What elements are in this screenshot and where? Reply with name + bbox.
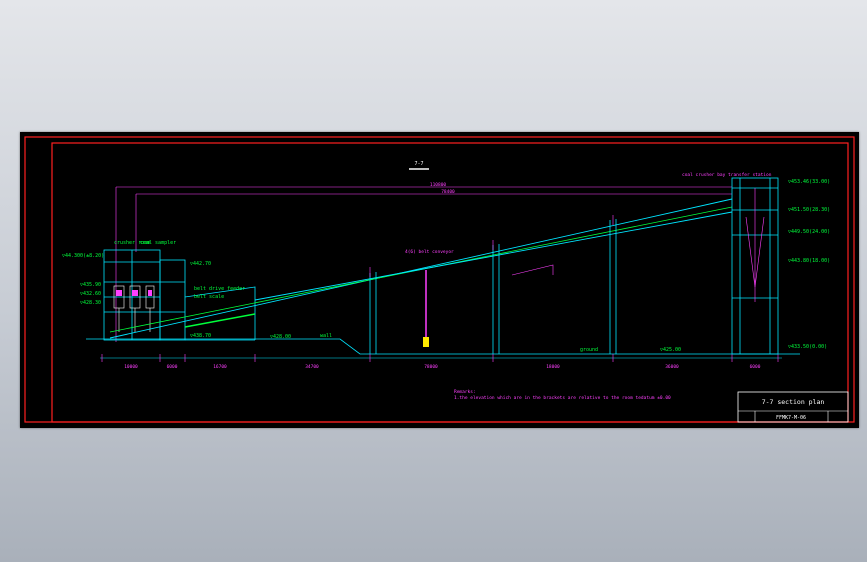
title-block-title: 7-7 section plan (762, 398, 825, 406)
cad-drawing-viewport[interactable]: 7-7 110800 78400 10000 6000 16700 34700 … (20, 132, 859, 428)
dim-bottom-7: 36000 (665, 364, 679, 370)
dim-bottom-6: 18000 (546, 364, 560, 370)
remarks-heading: Remarks: (454, 389, 476, 395)
elev-right-4: ▽443.80(18.00) (788, 258, 830, 264)
ground-line (86, 338, 800, 355)
elev-right-5: ▽433.50(0.00) (788, 344, 827, 350)
elev-mid-3: ▽428.00 (270, 334, 291, 340)
elev-right-3: ▽449.50(24.00) (788, 229, 830, 235)
tower-chute (745, 188, 765, 302)
take-up-device (423, 270, 429, 347)
dim-top-2: 78400 (441, 189, 455, 195)
label-ground: ground (580, 347, 598, 353)
label-coal-sampler: coal sampler (140, 240, 176, 246)
inner-frame (51, 142, 849, 423)
label-feeder: belt drive feeder (194, 286, 245, 292)
dim-bottom-3: 16700 (213, 364, 227, 370)
outer-frame (24, 136, 855, 423)
label-wall: wall (320, 333, 332, 339)
dim-bottom-2: 6000 (167, 364, 178, 370)
slope-arrow (511, 264, 554, 276)
remarks-line: 1.the elevation which are in the bracket… (454, 395, 671, 401)
title-block: 7-7 section plan FFMK7-M-06 (737, 391, 849, 423)
elev-right-1: ▽453.46(33.00) (788, 179, 830, 185)
crusher-markers (116, 290, 152, 296)
dim-bottom-5: 78000 (424, 364, 438, 370)
dim-bottom-4: 34700 (305, 364, 319, 370)
support-trestles (369, 219, 617, 354)
elev-left-3: ▽432.60 (80, 291, 101, 297)
elev-left-2: ▽435.90 (80, 282, 101, 288)
bottom-dimensions: 10000 6000 16700 34700 78000 18000 36000… (124, 364, 760, 370)
section-tag: 7-7 (409, 161, 429, 170)
label-belt-scale: belt scale (194, 294, 224, 300)
elev-right-2: ▽451.50(28.30) (788, 207, 830, 213)
elev-left-4: ▽428.30 (80, 300, 101, 306)
section-tag-text: 7-7 (414, 161, 423, 167)
elev-mid-4: ▽425.00 (660, 347, 681, 353)
trestle-markers (369, 215, 614, 277)
drawing-canvas: 7-7 110800 78400 10000 6000 16700 34700 … (24, 136, 855, 423)
dim-bottom-8: 6000 (750, 364, 761, 370)
elev-mid-1: ▽442.70 (190, 261, 211, 267)
label-transfer-station: coal crusher bay transfer station (682, 172, 772, 178)
elevations-right: ▽453.46(33.00) ▽451.50(28.30) ▽449.50(24… (788, 179, 830, 350)
elev-left-1: ▽44.300(±8.20) (62, 253, 104, 259)
elev-mid-2: ▽438.70 (190, 333, 211, 339)
elevations-left: ▽44.300(±8.20) ▽435.90 ▽432.60 ▽428.30 (62, 253, 104, 306)
dim-top-1: 110800 (430, 182, 447, 188)
dim-bottom-1: 10000 (124, 364, 138, 370)
title-block-drawing-no: FFMK7-M-06 (776, 415, 806, 421)
inclined-conveyor (109, 198, 733, 339)
label-belt-conveyor: 4(6) belt conveyor (405, 249, 454, 255)
